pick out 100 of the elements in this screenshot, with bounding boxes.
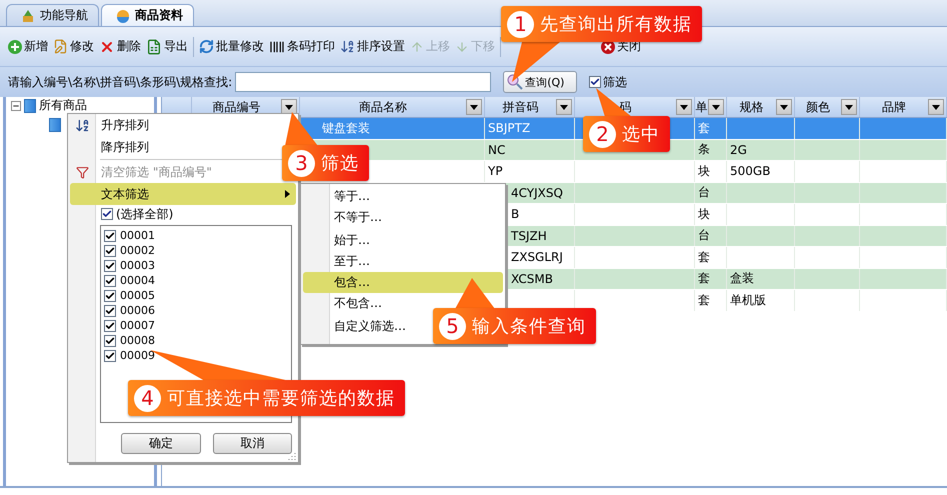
- column-header[interactable]: 拼音码: [502, 98, 538, 116]
- table-cell: 500GB: [730, 164, 770, 178]
- spreadsheet-icon: [146, 38, 162, 54]
- step-number: 5: [439, 312, 466, 340]
- checkbox[interactable]: [104, 320, 116, 332]
- book-icon: [49, 118, 61, 132]
- table-cell: YP: [488, 164, 503, 178]
- column-header[interactable]: 商品编号: [212, 98, 260, 116]
- checkbox[interactable]: [104, 304, 116, 316]
- table-cell: 台: [698, 184, 710, 202]
- sort-icon: [340, 39, 355, 54]
- menu-item[interactable]: 自定义筛选…: [303, 316, 414, 337]
- table-cell: 套: [698, 120, 710, 137]
- checkbox[interactable]: [104, 350, 116, 362]
- checkbox[interactable]: [104, 274, 116, 286]
- menu-item[interactable]: 包含…: [303, 272, 503, 293]
- checkbox-label: 00006: [120, 304, 155, 317]
- toolbar-button[interactable]: 修改: [53, 38, 94, 55]
- down-icon: [455, 40, 469, 54]
- clear-filter-icon: [76, 166, 88, 178]
- table-cell: 套: [698, 270, 710, 288]
- submenu-arrow-icon: [285, 190, 290, 198]
- refresh-icon: [199, 39, 214, 54]
- menu-item[interactable]: 等于…: [303, 186, 378, 207]
- column-header[interactable]: 单: [696, 98, 708, 116]
- callout-pointer: [596, 88, 632, 117]
- checkbox[interactable]: [104, 260, 116, 272]
- column-header[interactable]: 规格: [740, 98, 764, 116]
- up-icon: [410, 40, 424, 54]
- table-cell: 单机版: [730, 292, 766, 309]
- callout-pointer: [285, 112, 318, 146]
- checkbox-label: 00004: [120, 274, 155, 287]
- menu-item[interactable]: 升序排列: [70, 114, 157, 136]
- table-cell: 台: [698, 227, 710, 244]
- checkbox[interactable]: [104, 244, 116, 256]
- table-cell: 套: [698, 248, 710, 266]
- table-cell: 块: [698, 162, 710, 180]
- sort-ascending-icon: [74, 118, 90, 132]
- toolbar-button[interactable]: 删除: [99, 38, 141, 55]
- edit-icon: [53, 39, 68, 54]
- tab[interactable]: 商品资料: [101, 4, 194, 26]
- callout-pointer: [455, 278, 495, 309]
- book-icon: [24, 98, 36, 112]
- table-cell: NC: [488, 142, 506, 157]
- expander-icon[interactable]: [11, 100, 21, 110]
- step-number: 3: [288, 150, 315, 176]
- table-cell: SBJPTZ: [488, 121, 530, 136]
- checkbox[interactable]: [589, 76, 602, 88]
- table-cell: XCSMB: [511, 272, 553, 286]
- toolbar-button[interactable]: 排序设置: [340, 38, 405, 55]
- menu-item[interactable]: 不等于…: [303, 207, 503, 228]
- tab[interactable]: 功能导航: [6, 4, 99, 26]
- menu-item[interactable]: 不包含…: [303, 293, 503, 314]
- table-cell: B: [511, 207, 520, 222]
- barcode-icon: [269, 38, 285, 54]
- menu-item[interactable]: 文本筛选: [70, 183, 296, 205]
- callout-text: 可直接选中需要筛选的数据: [167, 387, 395, 410]
- step-number: 4: [134, 384, 161, 412]
- menu-item[interactable]: 降序排列: [70, 136, 157, 158]
- checkbox[interactable]: [104, 230, 116, 242]
- column-header[interactable]: 商品名称: [359, 98, 407, 116]
- checkbox[interactable]: [101, 208, 113, 220]
- toolbar-button[interactable]: 新增: [8, 38, 48, 55]
- checkbox-label: 筛选: [603, 74, 628, 90]
- table-cell: 套: [698, 292, 710, 309]
- toolbar-button[interactable]: 批量修改: [199, 38, 264, 55]
- globe-icon: [116, 8, 130, 22]
- toolbar-button[interactable]: 导出: [146, 38, 188, 55]
- checkbox[interactable]: [104, 334, 116, 346]
- table-cell: 条: [698, 141, 710, 158]
- table-cell: ZXSGLRJ: [511, 250, 563, 264]
- table-cell: 块: [698, 206, 710, 223]
- ok-button[interactable]: 确定: [121, 433, 200, 454]
- callout-text: 先查询出所有数据: [540, 13, 692, 36]
- table-cell: 键盘套装: [322, 120, 370, 137]
- cancel-button[interactable]: 取消: [212, 433, 292, 454]
- table-cell: 4CYJXSQ: [511, 186, 563, 200]
- column-header[interactable]: 品牌: [882, 98, 906, 116]
- step-number: 2: [589, 120, 616, 148]
- table-cell: TSJZH: [511, 228, 547, 243]
- table-cell: 2G: [730, 142, 747, 157]
- checkbox-label: 00008: [120, 334, 155, 347]
- tree-item[interactable]: 所有商品: [39, 97, 87, 114]
- checkbox-label: 00009: [120, 349, 155, 362]
- checkbox-label: 00005: [120, 289, 155, 302]
- checkbox-label: 00001: [120, 229, 155, 242]
- callout-text: 输入条件查询: [472, 315, 586, 338]
- search-field[interactable]: [235, 72, 492, 92]
- table-cell: 盒装: [730, 270, 754, 288]
- checkbox[interactable]: [104, 290, 116, 302]
- toolbar-button[interactable]: 条码打印: [269, 38, 335, 55]
- checkbox-label: 00003: [120, 259, 155, 272]
- query-button[interactable]: 查询(Q): [503, 71, 578, 93]
- column-header[interactable]: 颜色: [806, 98, 830, 116]
- resize-grip-icon: [288, 452, 296, 460]
- search-label: 请输入编号\名称\拼音码\条形码\规格查找:: [8, 74, 232, 90]
- checkbox-label: 00002: [120, 244, 155, 257]
- step-number: 1: [507, 10, 534, 38]
- add-icon: [8, 40, 22, 54]
- checkbox-label: 00007: [120, 319, 155, 332]
